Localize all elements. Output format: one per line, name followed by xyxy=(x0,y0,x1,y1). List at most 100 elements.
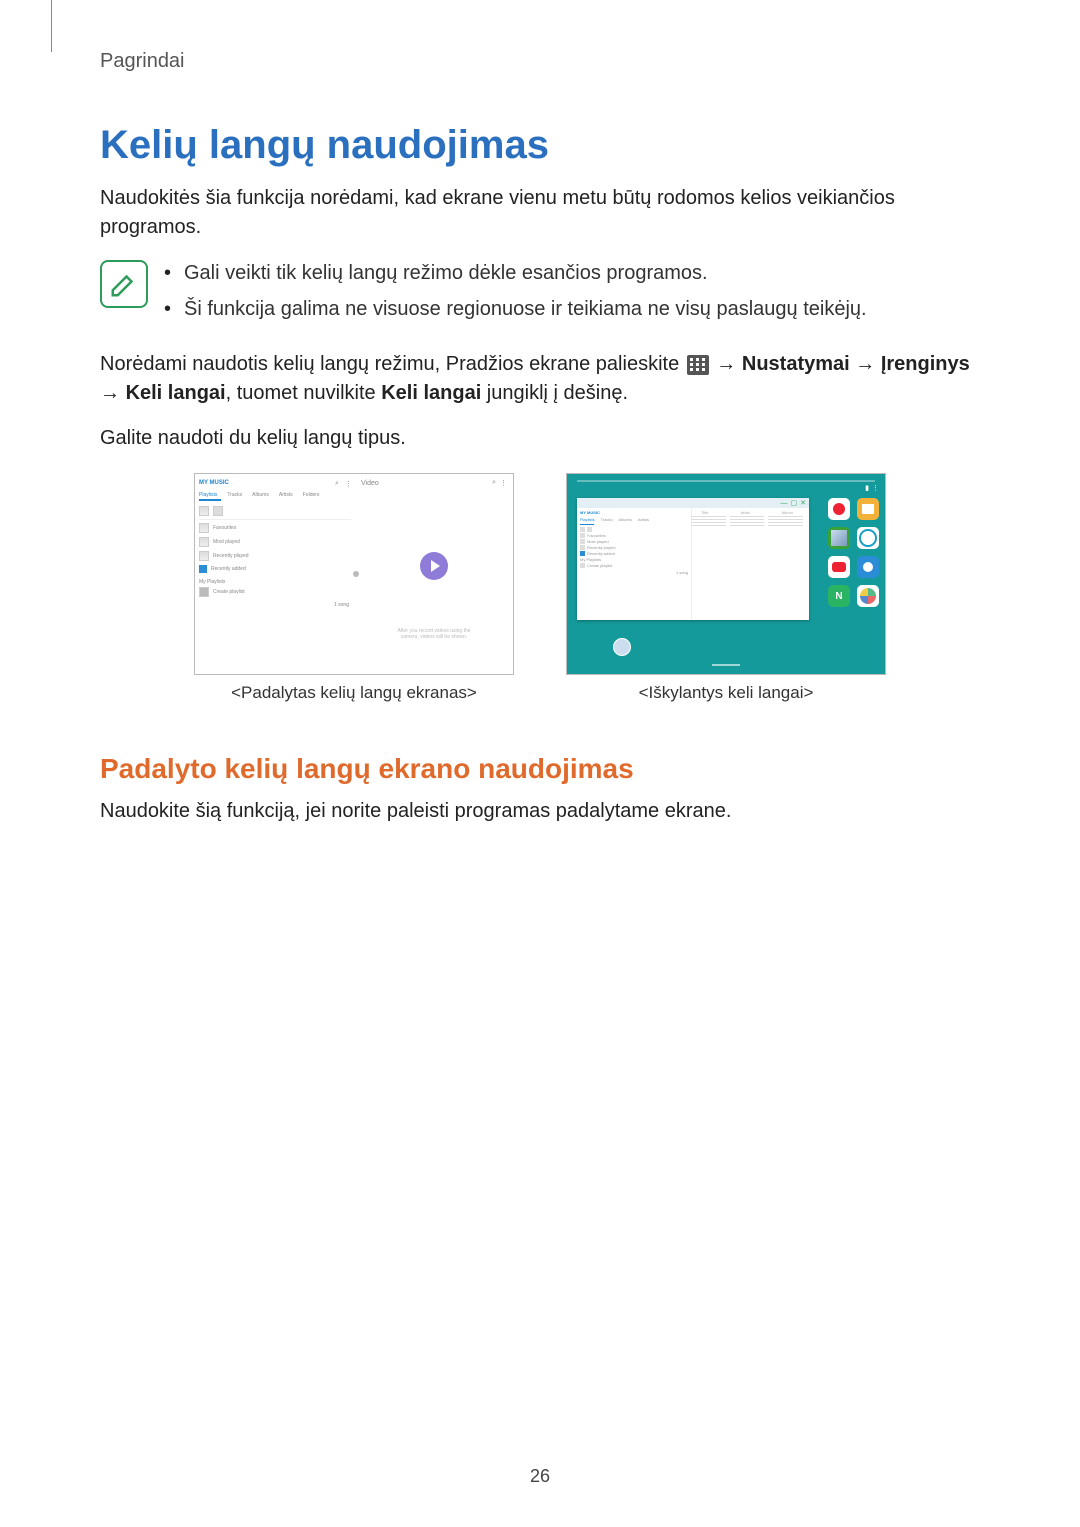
row-placeholder xyxy=(691,516,803,517)
thumb-icon xyxy=(199,565,207,573)
tab-underline xyxy=(199,499,221,501)
list-item: Recently played xyxy=(195,549,355,563)
app-icon xyxy=(857,585,879,607)
col: Album xyxy=(782,510,793,515)
statusbar-line xyxy=(577,480,875,482)
text: , tuomet nuvilkite xyxy=(226,382,382,404)
tab-albums: Albums xyxy=(252,492,269,498)
split-handle-icon xyxy=(353,571,359,577)
split-left-pane: MY MUSIC ⌕ ⋮ Playlists Tracks Albums Art… xyxy=(195,474,356,674)
text: → xyxy=(711,353,742,375)
screenshot-split: MY MUSIC ⌕ ⋮ Playlists Tracks Albums Art… xyxy=(194,473,514,675)
thumb-icon xyxy=(199,523,209,533)
video-header: Video ⌕ ⋮ xyxy=(355,474,513,492)
label: Most played xyxy=(587,539,609,544)
sub-body: Naudokite šią funkciją, jei norite palei… xyxy=(100,797,980,826)
tab: Tracks xyxy=(601,517,613,522)
row-placeholder xyxy=(691,522,803,523)
bold-keli-langai-2: Keli langai xyxy=(381,382,481,404)
battery-icon: ▮ xyxy=(865,484,869,492)
list-item: Recently added xyxy=(195,563,355,575)
menu-icon: ⋮ xyxy=(872,484,879,492)
app-icon xyxy=(828,527,850,549)
maximize-icon: ▢ xyxy=(791,500,798,507)
figure-popup: ▮ ⋮ — ▢ ✕ MY MUSIC Playlists Tracks xyxy=(566,473,886,703)
music-tabs: Playlists Tracks Albums Artists Folders xyxy=(195,492,355,498)
tab: Artists xyxy=(638,517,649,522)
subheading: Padalyto kelių langų ekrano naudojimas xyxy=(100,753,980,785)
app-icon xyxy=(828,498,850,520)
types-line: Galite naudoti du kelių langų tipus. xyxy=(100,424,980,453)
menu-icon: ⋮ xyxy=(500,479,507,487)
tab: Albums xyxy=(619,517,632,522)
breadcrumb: Pagrindai xyxy=(100,50,980,73)
col: Title xyxy=(701,510,708,515)
row-placeholder xyxy=(691,519,803,520)
search-icon: ⌕ xyxy=(492,479,496,487)
song-count: 1 song xyxy=(580,570,688,575)
app-icon xyxy=(857,556,879,578)
tab-artists: Artists xyxy=(279,492,293,498)
list-item: Create playlist xyxy=(195,585,355,599)
label: Recently played xyxy=(213,553,249,559)
app-icon xyxy=(857,527,879,549)
note-block: Gali veikti tik kelių langų režimo dėkle… xyxy=(100,258,980,330)
music-title: MY MUSIC xyxy=(199,480,229,486)
bold-nustatymai: Nustatymai xyxy=(742,353,850,375)
column-headers: Title Artist Album xyxy=(685,508,809,515)
tab-tracks: Tracks xyxy=(227,492,242,498)
split-left-header: MY MUSIC ⌕ ⋮ xyxy=(195,474,355,492)
pencil-note-icon xyxy=(109,269,139,299)
repeat-icon xyxy=(213,506,223,516)
video-hint: After you record videos using the camera… xyxy=(355,628,513,640)
music-tabs: Playlists Tracks Albums Artists xyxy=(580,517,688,522)
label: Create playlist xyxy=(213,589,245,595)
popup-right: Title Artist Album xyxy=(685,508,809,620)
label: Create playlist xyxy=(587,563,612,568)
list-item: Recently played xyxy=(580,545,688,550)
dock-indicator xyxy=(712,664,740,666)
note-item: Gali veikti tik kelių langų režimo dėkle… xyxy=(164,258,867,288)
tab-playlists: Playlists xyxy=(199,492,217,498)
list-item: Favourites xyxy=(195,521,355,535)
screenshot-popup: ▮ ⋮ — ▢ ✕ MY MUSIC Playlists Tracks xyxy=(566,473,886,675)
shuffle-icon xyxy=(199,506,209,516)
page-content: Pagrindai Kelių langų naudojimas Naudoki… xyxy=(0,0,1080,826)
video-title: Video xyxy=(361,480,379,487)
label: Recently played xyxy=(587,545,615,550)
caption-popup: <Iškylantys keli langai> xyxy=(639,683,814,703)
tab: Playlists xyxy=(580,517,595,522)
list-item: Favourites xyxy=(580,533,688,538)
music-title: MY MUSIC xyxy=(580,510,688,515)
add-icon xyxy=(199,587,209,597)
minimize-icon: — xyxy=(781,500,788,507)
page-number: 26 xyxy=(0,1466,1080,1487)
menu-icon: ⋮ xyxy=(345,480,351,486)
figure-split: MY MUSIC ⌕ ⋮ Playlists Tracks Albums Art… xyxy=(194,473,514,703)
label: Most played xyxy=(213,539,240,545)
note-list: Gali veikti tik kelių langų režimo dėkle… xyxy=(164,258,867,330)
thumb-icon xyxy=(199,537,209,547)
list-item: Create playlist xyxy=(580,563,688,568)
list-item: Recently added xyxy=(580,551,688,556)
figure-row: MY MUSIC ⌕ ⋮ Playlists Tracks Albums Art… xyxy=(100,473,980,703)
label: Favourites xyxy=(213,525,236,531)
app-icon xyxy=(857,498,879,520)
label: Recently added xyxy=(587,551,615,556)
list-item xyxy=(580,527,688,532)
bold-irenginys: Įrenginys xyxy=(881,353,970,375)
hint-line: camera, videos will be shown. xyxy=(355,634,513,640)
song-count: 1 song xyxy=(195,599,355,611)
col: Artist xyxy=(740,510,749,515)
popup-titlebar: — ▢ ✕ xyxy=(577,498,809,508)
text: → xyxy=(850,353,881,375)
tab-underline xyxy=(580,524,594,525)
popup-window: — ▢ ✕ MY MUSIC Playlists Tracks Albums A… xyxy=(577,498,809,620)
section-label: My Playlists xyxy=(580,557,688,562)
note-item: Ši funkcija galima ne visuose regionuose… xyxy=(164,294,867,324)
thumb-icon xyxy=(199,551,209,561)
text: jungiklį į dešinę. xyxy=(481,382,628,404)
note-icon xyxy=(100,260,148,308)
close-icon: ✕ xyxy=(800,500,806,507)
row-shuffle xyxy=(195,504,355,518)
